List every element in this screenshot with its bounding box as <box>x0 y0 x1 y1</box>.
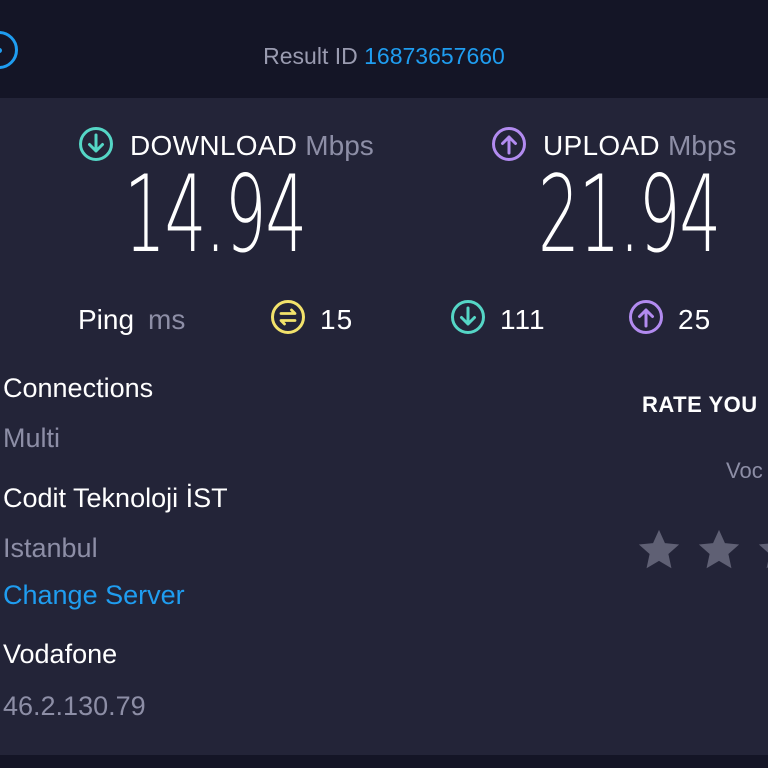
ping-download-icon <box>450 299 486 342</box>
change-server-link[interactable]: Change Server <box>3 577 185 613</box>
star-icon-2[interactable] <box>696 527 742 573</box>
result-header-bar: Result ID 16873657660 <box>0 0 768 98</box>
ping-idle-group: 15 <box>270 299 354 342</box>
ping-label-group: Ping ms <box>78 300 185 340</box>
rating-isp-name: Voc <box>726 458 763 483</box>
server-location: Istanbul <box>3 533 98 563</box>
result-screen: Result ID 16873657660 DOWNLOAD Mbps 14.9… <box>0 0 768 768</box>
connections-value[interactable]: Multi <box>3 420 60 456</box>
rating-stars <box>636 527 768 573</box>
ping-idle-icon <box>270 299 306 342</box>
connections-label: Connections <box>3 373 154 403</box>
ping-unit: ms <box>148 304 186 335</box>
ping-download-value: 111 <box>500 304 546 335</box>
rate-your-provider-heading: RATE YOU <box>642 392 758 417</box>
download-unit: Mbps <box>305 130 374 161</box>
provider-name: Vodafone <box>3 639 118 669</box>
download-speed-value: 14.94 <box>124 153 307 276</box>
upload-arrow-icon <box>491 126 527 167</box>
star-icon-1[interactable] <box>636 527 682 573</box>
star-icon-3[interactable] <box>756 527 768 573</box>
bottom-divider <box>0 755 768 768</box>
result-id-line: Result ID 16873657660 <box>0 40 768 72</box>
ping-download-group: 111 <box>450 299 546 342</box>
ping-idle-value: 15 <box>320 304 354 335</box>
download-arrow-icon <box>78 126 114 167</box>
ping-upload-value: 25 <box>678 304 712 335</box>
result-id-link[interactable]: 16873657660 <box>364 43 505 69</box>
ping-upload-group: 25 <box>628 299 712 342</box>
ping-label: Ping <box>78 304 135 335</box>
upload-speed-value: 21.94 <box>538 153 721 276</box>
result-id-label: Result ID <box>263 43 358 69</box>
ping-upload-icon <box>628 299 664 342</box>
provider-ip: 46.2.130.79 <box>3 691 146 721</box>
server-name: Codit Teknoloji İST <box>3 483 228 513</box>
